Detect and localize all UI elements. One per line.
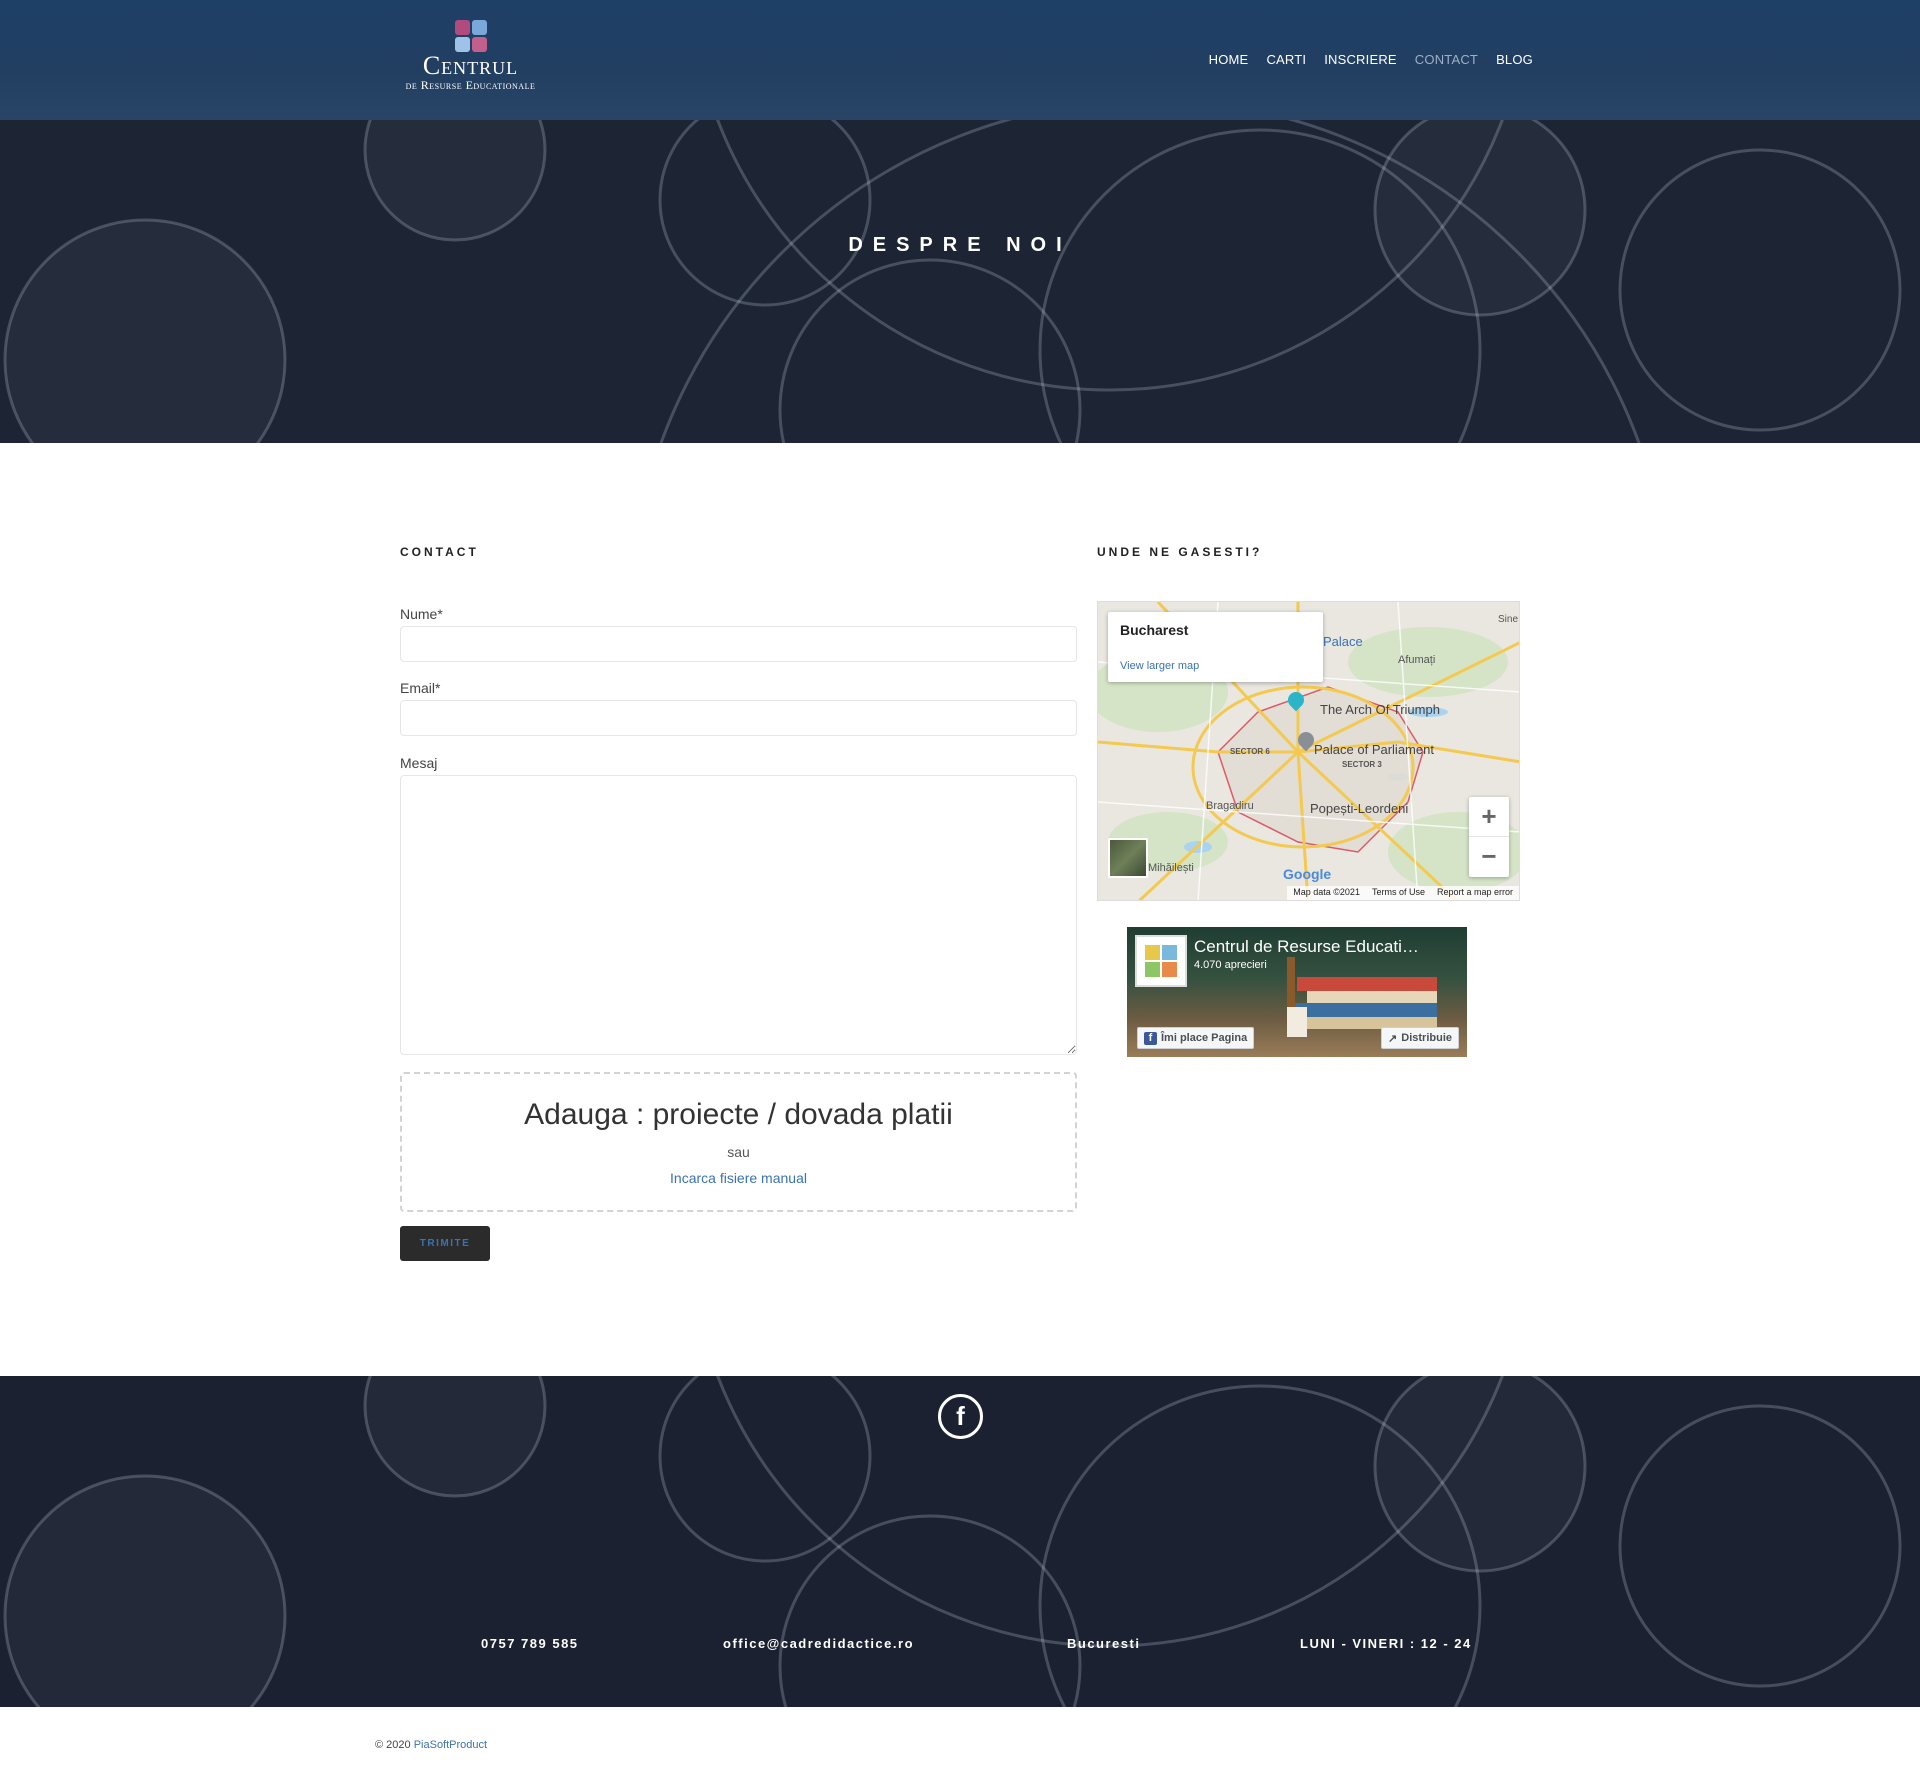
view-larger-map-link[interactable]: View larger map <box>1120 660 1199 672</box>
zoom-out-button[interactable]: − <box>1469 837 1509 877</box>
upload-files-link[interactable]: Incarca fisiere manual <box>402 1170 1075 1186</box>
map-info-card: Bucharest View larger map <box>1108 612 1323 682</box>
terms-link[interactable]: Terms of Use <box>1372 887 1425 899</box>
google-logo: Google <box>1283 866 1332 882</box>
fb-likes-count: 4.070 aprecieri <box>1194 959 1267 971</box>
facebook-icon[interactable]: f <box>938 1394 983 1439</box>
footer-hours: LUNI - VINERI : 12 - 24 <box>1300 1636 1472 1651</box>
fb-share-button[interactable]: ↗ Distribuie <box>1381 1027 1459 1049</box>
hero-banner: DESPRE NOI <box>0 120 1920 443</box>
nav-blog[interactable]: BLOG <box>1487 52 1542 67</box>
map-zoom-controls: + − <box>1469 797 1509 877</box>
report-error-link[interactable]: Report a map error <box>1437 887 1513 899</box>
contact-heading: CONTACT <box>400 545 479 559</box>
map-attribution: Map data ©2021 Terms of Use Report a map… <box>1287 886 1519 900</box>
fb-icon: f <box>1144 1031 1157 1045</box>
main-nav: HOME CARTI INSCRIERE CONTACT BLOG <box>1200 52 1542 67</box>
email-input[interactable] <box>400 700 1077 736</box>
site-header: Centrul de Resurse Educationale HOME CAR… <box>0 0 1920 120</box>
copyright: © 2020 PiaSoftProduct <box>375 1739 487 1751</box>
books-photo <box>1287 957 1437 1037</box>
nav-inscriere[interactable]: INSCRIERE <box>1315 52 1406 67</box>
nav-contact[interactable]: CONTACT <box>1406 52 1487 67</box>
zoom-in-button[interactable]: + <box>1469 797 1509 837</box>
share-arrow-icon: ↗ <box>1388 1032 1398 1045</box>
page: Centrul de Resurse Educationale HOME CAR… <box>0 0 1920 1787</box>
map-label-palace: Palace <box>1323 634 1363 649</box>
map-label-sector6: SECTOR 6 <box>1230 747 1270 756</box>
hero-title: DESPRE NOI <box>848 234 1072 256</box>
name-label: Nume* <box>400 606 443 622</box>
fb-like-label: Îmi place Pagina <box>1161 1032 1248 1044</box>
logo-title: Centrul <box>422 51 519 80</box>
site-footer: f 0757 789 585 office@cadredidactice.ro … <box>0 1376 1920 1707</box>
puzzle-logo-icon <box>454 20 487 52</box>
name-input[interactable] <box>400 626 1077 662</box>
map-label-afumati: Afumați <box>1398 654 1436 666</box>
file-dropzone[interactable]: Adauga : proiecte / dovada platii sau In… <box>400 1072 1077 1212</box>
nav-home[interactable]: HOME <box>1200 52 1258 67</box>
fb-share-label: Distribuie <box>1401 1032 1452 1044</box>
map-label-popesti: Popești-Leordeni <box>1310 801 1409 816</box>
map-label-mihailesti: Mihăilești <box>1148 862 1194 874</box>
google-map[interactable]: The Arch Of Triumph Palace of Parliament… <box>1097 601 1520 901</box>
fb-page-logo <box>1135 935 1187 987</box>
email-label: Email* <box>400 680 441 696</box>
facebook-page-widget[interactable]: Centrul de Resurse Educati… 4.070 apreci… <box>1127 927 1467 1057</box>
footer-phone[interactable]: 0757 789 585 <box>481 1636 579 1651</box>
fb-page-name[interactable]: Centrul de Resurse Educati… <box>1194 937 1419 957</box>
nav-carti[interactable]: CARTI <box>1257 52 1315 67</box>
bubble-background <box>3 120 1902 443</box>
message-textarea[interactable] <box>400 775 1077 1055</box>
map-data-text: Map data ©2021 <box>1293 887 1360 897</box>
submit-button[interactable]: TRIMITE <box>400 1226 490 1261</box>
map-label-parliament: Palace of Parliament <box>1314 742 1434 757</box>
dropzone-title: Adauga : proiecte / dovada platii <box>524 1098 953 1131</box>
map-label-bragadiru: Bragadiru <box>1206 800 1254 812</box>
dropzone-or: sau <box>727 1144 750 1160</box>
puzzle-icon <box>1145 945 1177 977</box>
location-heading: UNDE NE GASESTI? <box>1097 545 1263 559</box>
message-label: Mesaj <box>400 755 438 771</box>
copyright-link[interactable]: PiaSoftProduct <box>414 1739 487 1751</box>
map-label-sine: Sine <box>1498 614 1519 625</box>
map-label-arch: The Arch Of Triumph <box>1320 702 1440 717</box>
fb-like-button[interactable]: f Îmi place Pagina <box>1137 1027 1255 1049</box>
site-logo[interactable]: Centrul de Resurse Educationale <box>378 20 563 100</box>
footer-city: Bucuresti <box>1067 1636 1141 1651</box>
map-place-name: Bucharest <box>1120 622 1189 638</box>
copyright-text: © 2020 <box>375 1739 411 1751</box>
footer-email[interactable]: office@cadredidactice.ro <box>723 1636 914 1651</box>
map-label-sector3: SECTOR 3 <box>1342 760 1382 769</box>
satellite-toggle[interactable] <box>1108 838 1148 878</box>
logo-subtitle: de Resurse Educationale <box>405 78 536 92</box>
